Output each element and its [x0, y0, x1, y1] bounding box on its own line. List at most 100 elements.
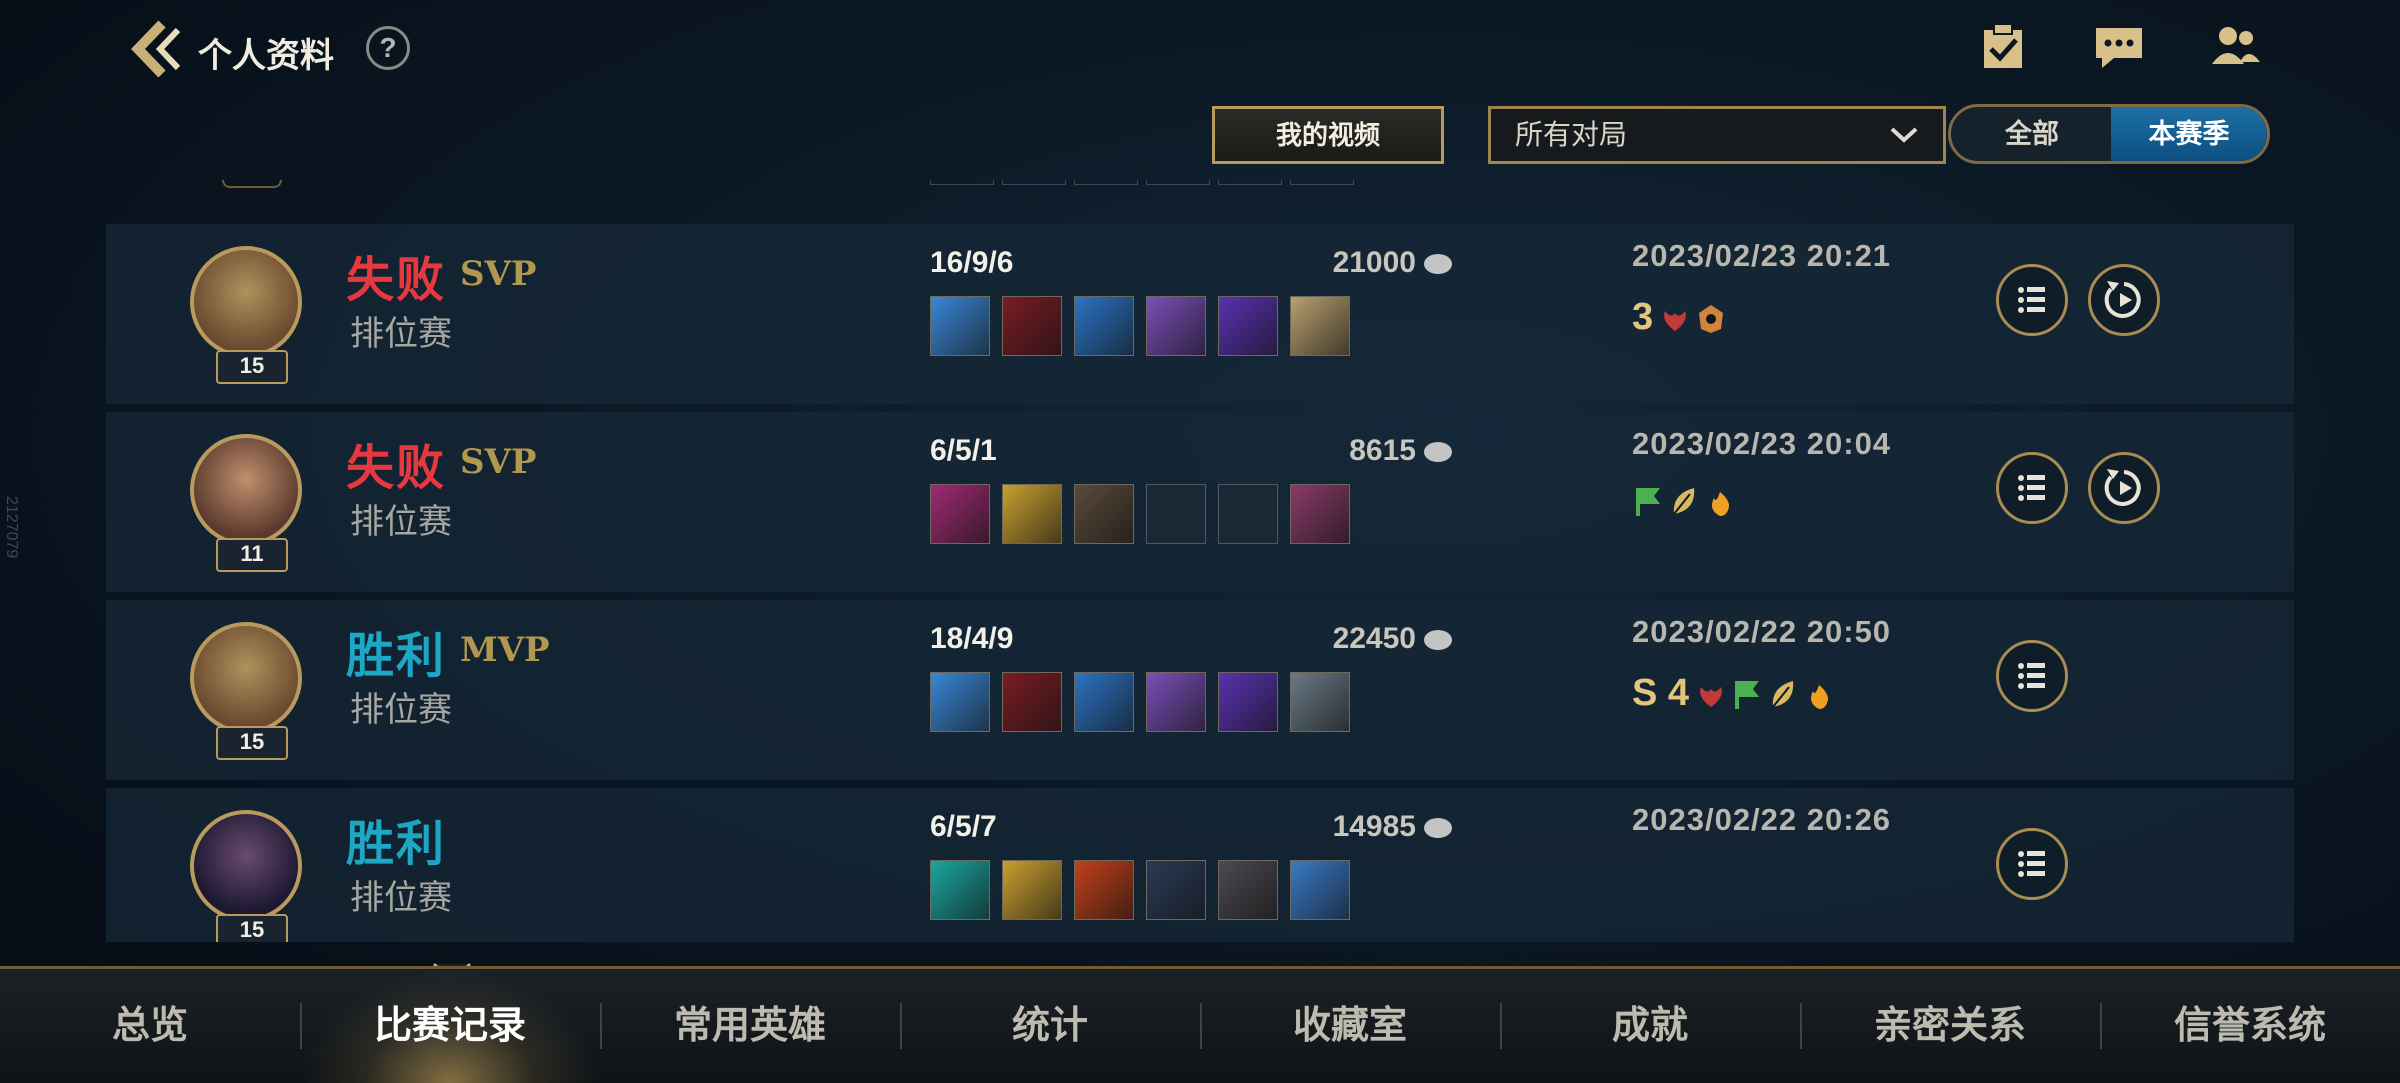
match-type-value: 所有对局 — [1515, 119, 1628, 150]
replay-button[interactable] — [2088, 264, 2160, 336]
item-slot — [1002, 484, 1062, 544]
gold-value: 22450 — [1332, 622, 1416, 655]
list-icon — [2018, 475, 2045, 501]
leaf-icon — [1673, 488, 1695, 515]
champion-level: 11 — [216, 538, 288, 572]
match-details-button[interactable] — [1996, 828, 2068, 900]
gold-earned: 8615 — [1212, 434, 1452, 468]
season-option-current[interactable]: 本赛季 — [2111, 107, 2267, 161]
tab-2[interactable]: 常用英雄 — [600, 969, 900, 1083]
match-result: 失败 — [346, 442, 447, 495]
tab-7[interactable]: 信誉系统 — [2100, 969, 2400, 1083]
match-type-select[interactable]: 所有对局 — [1488, 106, 1946, 164]
tab-1[interactable]: 比赛记录 — [300, 969, 600, 1083]
list-icon — [2018, 663, 2045, 689]
item-slot — [1218, 672, 1278, 732]
performance-badge: SVP — [460, 442, 537, 482]
match-date: 2023/02/22 20:50 — [1632, 614, 1892, 649]
item-slot — [1146, 672, 1206, 732]
chat-icon[interactable] — [2092, 22, 2146, 72]
match-details-button[interactable] — [1996, 640, 2068, 712]
gold-value: 8615 — [1349, 434, 1416, 467]
tab-6[interactable]: 亲密关系 — [1800, 969, 2100, 1083]
champion-portrait — [190, 434, 302, 546]
match-row[interactable]: 15 失败 SVP 排位赛 16/9/6 21000 2023/02/23 20:21 3 — [106, 224, 2294, 404]
gold-value: 14985 — [1332, 810, 1416, 843]
champion-portrait — [190, 810, 302, 922]
help-icon[interactable]: ? — [366, 26, 410, 70]
lotus-icon — [1664, 310, 1687, 331]
item-slot — [930, 672, 990, 732]
tab-3[interactable]: 统计 — [900, 969, 1200, 1083]
item-slot — [1290, 672, 1350, 732]
tab-divider — [1500, 1003, 1502, 1049]
match-list[interactable]: 15 失败 SVP 排位赛 16/9/6 21000 2023/02/23 20:21 3 11… — [106, 180, 2294, 942]
item-slot — [1074, 296, 1134, 356]
match-details-button[interactable] — [1996, 452, 2068, 524]
back-chevron-icon[interactable] — [128, 18, 184, 80]
item-slot — [1002, 672, 1062, 732]
kda-score: 18/4/9 — [930, 622, 1014, 655]
kda-score: 6/5/7 — [930, 810, 997, 843]
top-bar: 个人资料 ? — [0, 0, 2400, 100]
match-details-button[interactable] — [1996, 264, 2068, 336]
list-icon — [2018, 287, 2045, 313]
champion-level: 15 — [216, 914, 288, 942]
match-date: 2023/02/22 20:26 — [1632, 802, 1892, 837]
kda-score: 6/5/1 — [930, 434, 997, 467]
honor-count: S 4 — [1632, 672, 1690, 714]
item-slot — [1074, 860, 1134, 920]
item-slot — [930, 860, 990, 920]
tab-divider — [1800, 1003, 1802, 1049]
kda-score: 16/9/6 — [930, 246, 1014, 279]
match-result: 胜利 — [346, 630, 447, 683]
champion-portrait — [190, 622, 302, 734]
item-slot — [1146, 484, 1206, 544]
honor-icons: 3 — [1632, 296, 1731, 340]
item-slot — [1218, 296, 1278, 356]
flame-icon — [1811, 684, 1829, 709]
tab-4[interactable]: 收藏室 — [1200, 969, 1500, 1083]
match-result: 胜利 — [346, 818, 447, 871]
checklist-icon[interactable] — [1976, 22, 2030, 72]
my-videos-button[interactable]: 我的视频 — [1212, 106, 1444, 164]
chevron-down-icon — [1890, 127, 1918, 143]
leaf-icon — [1772, 680, 1794, 708]
item-slot — [1218, 860, 1278, 920]
friends-icon[interactable] — [2208, 22, 2262, 72]
champion-portrait — [190, 246, 302, 358]
gold-coin-icon — [1424, 818, 1452, 839]
flag-icon — [1735, 680, 1760, 709]
bottom-tab-bar: 总览 比赛记录 常用英雄 统计 收藏室 成就 亲密关系 信誉系统 — [0, 966, 2400, 1083]
game-mode: 排位赛 — [350, 503, 452, 541]
tab-0[interactable]: 总览 — [0, 969, 300, 1083]
item-slot — [1074, 672, 1134, 732]
match-row[interactable]: 15 胜利 MVP 排位赛 18/4/9 22450 2023/02/22 20:50 S 4 — [106, 600, 2294, 780]
match-row[interactable]: 15 胜利 排位赛 6/5/7 14985 2023/02/22 20:26 — [106, 788, 2294, 942]
lotus-icon — [1700, 686, 1722, 707]
flag-icon — [1636, 488, 1660, 516]
match-result: 失败 — [346, 254, 447, 307]
game-mode: 排位赛 — [350, 315, 452, 353]
champion-level: 15 — [216, 726, 288, 760]
honor-icons: S 4 — [1632, 672, 1839, 716]
performance-badge: SVP — [460, 254, 537, 294]
crest-icon — [1699, 304, 1724, 333]
tab-divider — [600, 1003, 602, 1049]
tab-5[interactable]: 成就 — [1500, 969, 1800, 1083]
game-mode: 排位赛 — [350, 691, 452, 729]
side-code: 2127079 — [3, 496, 20, 559]
item-slot — [1290, 860, 1350, 920]
gold-earned: 14985 — [1212, 810, 1452, 844]
replay-button[interactable] — [2088, 452, 2160, 524]
honor-count: 3 — [1632, 296, 1654, 338]
match-row[interactable]: 11 失败 SVP 排位赛 6/5/1 8615 2023/02/23 20:04 — [106, 412, 2294, 592]
champion-level: 15 — [216, 350, 288, 384]
tab-divider — [1200, 1003, 1202, 1049]
tab-divider — [900, 1003, 902, 1049]
season-toggle[interactable]: 全部 本赛季 — [1948, 104, 2270, 164]
season-option-all[interactable]: 全部 — [1951, 107, 2113, 161]
item-slot — [1290, 484, 1350, 544]
honor-icons — [1632, 484, 1740, 528]
gold-coin-icon — [1424, 254, 1452, 275]
